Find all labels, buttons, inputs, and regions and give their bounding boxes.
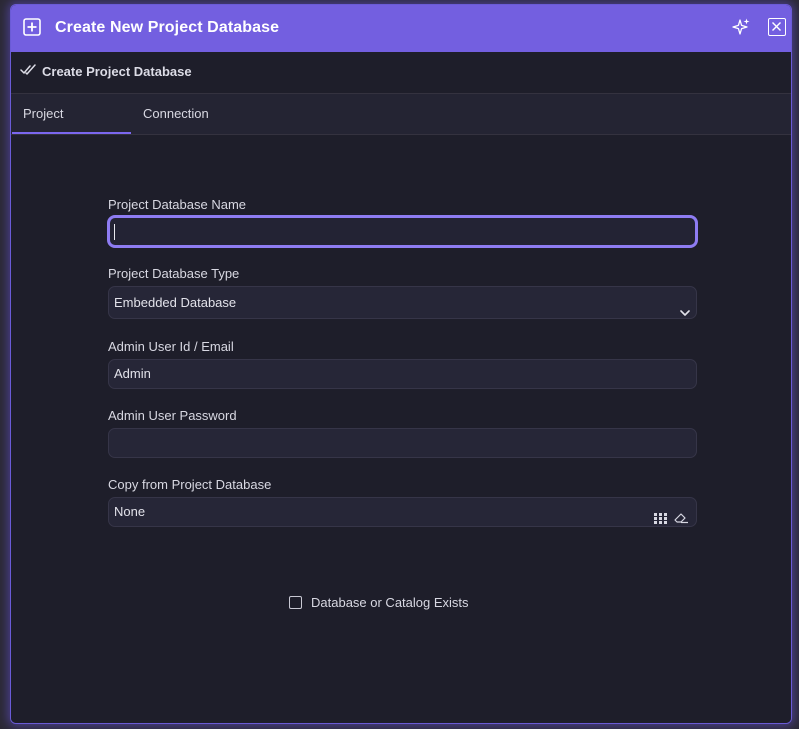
add-square-icon bbox=[23, 18, 41, 36]
grid-icon[interactable] bbox=[654, 506, 667, 534]
close-icon bbox=[772, 22, 781, 31]
admin-password-label: Admin User Password bbox=[108, 408, 237, 423]
sparkle-icon[interactable] bbox=[731, 17, 751, 37]
copy-from-value: None bbox=[114, 504, 146, 519]
toolbar-title: Create Project Database bbox=[42, 64, 192, 79]
eraser-icon[interactable] bbox=[674, 506, 689, 534]
database-exists-checkbox[interactable] bbox=[289, 596, 302, 609]
close-button[interactable] bbox=[768, 18, 786, 36]
text-caret bbox=[114, 224, 115, 240]
database-exists-label: Database or Catalog Exists bbox=[311, 595, 469, 610]
lookup-actions bbox=[654, 506, 690, 524]
copy-from-label: Copy from Project Database bbox=[108, 477, 272, 492]
create-project-database-dialog: Create New Project Database Create Proje… bbox=[10, 4, 792, 724]
tab-project-database[interactable]: Project Database bbox=[12, 94, 131, 161]
admin-password-input[interactable] bbox=[108, 428, 697, 458]
dialog-titlebar: Create New Project Database bbox=[11, 5, 791, 52]
project-database-type-value: Embedded Database bbox=[114, 295, 237, 310]
project-database-type-select[interactable]: Embedded Database bbox=[108, 286, 697, 319]
project-database-type-label: Project Database Type bbox=[108, 266, 240, 281]
tab-connection[interactable]: Connection bbox=[132, 94, 220, 134]
admin-user-label: Admin User Id / Email bbox=[108, 339, 234, 354]
form-panel: Project Database Name Project Database T… bbox=[11, 135, 791, 723]
dialog-toolbar: Create Project Database bbox=[11, 52, 791, 94]
admin-user-input[interactable]: Admin bbox=[108, 359, 697, 389]
copy-from-lookup[interactable]: None bbox=[108, 497, 697, 527]
project-database-name-label: Project Database Name bbox=[108, 197, 247, 212]
admin-user-value: Admin bbox=[114, 366, 151, 381]
tab-bar: Project Database Connection bbox=[11, 94, 791, 161]
project-database-name-input[interactable] bbox=[107, 215, 698, 248]
double-check-icon bbox=[20, 63, 38, 81]
chevron-down-icon bbox=[680, 297, 690, 328]
dialog-title: Create New Project Database bbox=[55, 19, 280, 36]
